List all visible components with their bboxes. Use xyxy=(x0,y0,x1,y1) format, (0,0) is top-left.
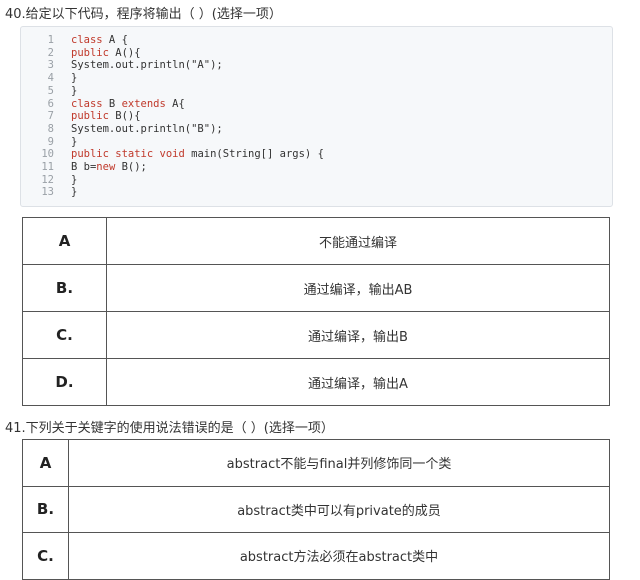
code-text: System.out.println("A"); xyxy=(71,59,223,72)
code-token: B b= xyxy=(71,161,97,173)
option-letter: D. xyxy=(22,358,107,406)
option-letter: C. xyxy=(22,311,107,359)
option-row[interactable]: B. 通过编译，输出AB xyxy=(22,264,610,312)
option-letter: A xyxy=(22,217,107,265)
option-row[interactable]: D. 通过编译，输出A xyxy=(22,358,610,406)
line-number: 10 xyxy=(41,148,54,161)
code-text: System.out.println("B"); xyxy=(71,123,223,136)
code-line: 7 public B(){ xyxy=(21,110,612,123)
code-text: public B(){ xyxy=(71,110,141,123)
code-token: System.out.println("B"); xyxy=(71,122,223,135)
code-text: public static void main(String[] args) { xyxy=(71,148,324,161)
code-token: } xyxy=(71,186,78,199)
option-row[interactable]: Aabstract不能与final并列修饰同一个类 xyxy=(22,439,610,487)
option-letter: B. xyxy=(22,264,107,312)
code-text: } xyxy=(71,85,77,98)
code-token: } xyxy=(71,72,78,85)
option-text: 不能通过编译 xyxy=(106,217,610,265)
code-text: } xyxy=(71,186,77,199)
code-keyword: static xyxy=(115,148,154,161)
code-text: class A { xyxy=(71,34,128,47)
code-token: B(); xyxy=(115,161,147,173)
code-line: 4} xyxy=(21,72,612,85)
line-number: 2 xyxy=(47,46,54,59)
code-token: A(){ xyxy=(108,46,141,59)
line-number: 12 xyxy=(41,173,54,186)
line-number: 9 xyxy=(47,135,54,148)
code-line: 8 System.out.println("B"); xyxy=(21,123,612,136)
option-row[interactable]: C. abstract方法必须在abstract类中 xyxy=(22,532,610,580)
line-number: 1 xyxy=(47,34,54,46)
line-number: 13 xyxy=(41,186,54,199)
code-keyword: new xyxy=(96,161,116,173)
line-number: 7 xyxy=(47,110,54,123)
code-token: } xyxy=(71,135,78,148)
code-line: 2 public A(){ xyxy=(21,47,612,60)
code-line: 13} xyxy=(21,186,612,199)
code-keyword: void xyxy=(159,148,185,161)
code-line: 11 B b=new B(); xyxy=(21,161,612,174)
question-40-options: A 不能通过编译 B. 通过编译，输出AB C. 通过编译，输出B D. 通过编译，输出A xyxy=(22,217,610,406)
code-text: } xyxy=(71,174,77,187)
option-text: 通过编译，输出AB xyxy=(106,264,610,312)
code-keyword: extends xyxy=(121,97,166,110)
line-number: 5 xyxy=(47,84,54,97)
code-token: } xyxy=(71,84,78,97)
line-number: 11 xyxy=(41,161,54,173)
code-line: 12} xyxy=(21,174,612,187)
code-text: } xyxy=(71,136,77,149)
code-token: } xyxy=(71,173,78,186)
code-text: B b=new B(); xyxy=(71,161,147,174)
code-token: B(){ xyxy=(108,110,141,123)
code-line: 5} xyxy=(21,85,612,98)
code-token: System.out.println("A"); xyxy=(71,59,223,72)
option-text: abstract不能与final并列修饰同一个类 xyxy=(68,439,610,487)
code-line: 9} xyxy=(21,136,612,149)
code-text: public A(){ xyxy=(71,47,141,60)
code-line: 6 class B extends A{ xyxy=(21,98,612,111)
code-token: B xyxy=(102,97,122,110)
code-line: 3 System.out.println("A"); xyxy=(21,59,612,72)
option-letter: B. xyxy=(22,485,69,533)
code-keyword: public xyxy=(71,46,109,59)
code-line: 10 public static void main(String[] args)… xyxy=(21,148,612,161)
option-row[interactable]: A 不能通过编译 xyxy=(22,217,610,265)
code-text: class B extends A{ xyxy=(71,98,185,111)
code-text: } xyxy=(71,72,77,85)
option-letter: A xyxy=(22,439,69,487)
line-number: 3 xyxy=(47,59,54,72)
option-letter: C. xyxy=(22,532,69,580)
code-keyword: class xyxy=(71,34,103,46)
code-token: A { xyxy=(102,34,128,46)
line-number: 4 xyxy=(47,72,54,85)
code-line: 1 class A { xyxy=(21,34,612,47)
option-text: abstract类中可以有private的成员 xyxy=(68,485,610,533)
code-keyword: public xyxy=(71,148,109,161)
code-keyword: class xyxy=(71,97,103,110)
question-41-options: Aabstract不能与final并列修饰同一个类 B. abstract类中可以有… xyxy=(22,439,610,580)
code-token: main(String[] args) { xyxy=(184,148,324,161)
code-token: A{ xyxy=(165,97,185,110)
option-text: 通过编译，输出A xyxy=(106,358,610,406)
option-text: abstract方法必须在abstract类中 xyxy=(68,532,610,580)
line-number: 6 xyxy=(47,97,54,110)
question-41-title: 41.下列关于关键字的使用说法错误的是（ ）(选择一项） xyxy=(5,421,334,436)
code-keyword: public xyxy=(71,110,109,123)
option-row[interactable]: C. 通过编译，输出B xyxy=(22,311,610,359)
line-number: 8 xyxy=(47,122,54,135)
code-block: 1 class A { 2 public A(){ 3 System.out.printl… xyxy=(20,26,613,207)
option-row[interactable]: B. abstract类中可以有private的成员 xyxy=(22,485,610,533)
option-text: 通过编译，输出B xyxy=(106,311,610,359)
question-40-title: 40.给定以下代码，程序将输出（ ）(选择一项） xyxy=(5,7,282,22)
